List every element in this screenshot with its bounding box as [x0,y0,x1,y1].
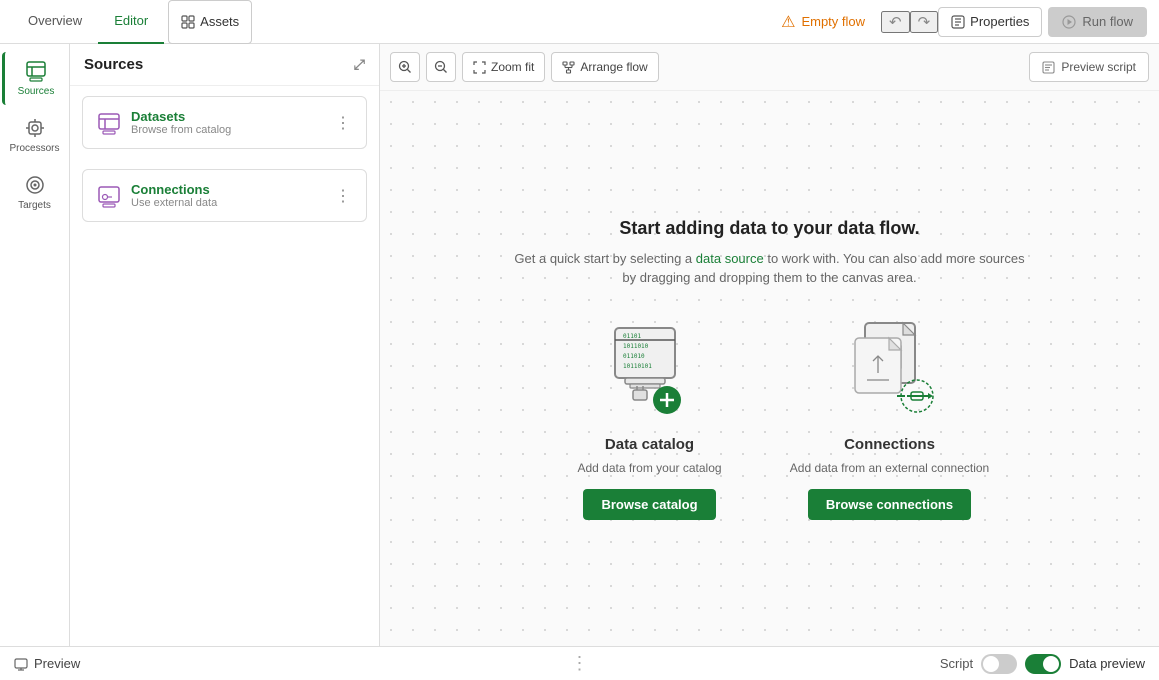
warning-icon: ⚠ [781,12,795,32]
canvas-toolbar: Zoom fit Arrange flow [380,44,1159,91]
tab-editor-label: Editor [114,13,148,28]
sidebar-sources-label: Sources [18,86,55,97]
drag-handle[interactable]: ⋮ [571,653,589,674]
sidebar-item-sources[interactable]: Sources [2,52,67,105]
connections-svg [835,318,945,428]
properties-button[interactable]: Properties [938,7,1042,37]
canvas-center-panel: Start adding data to your data flow. Get… [470,188,1070,550]
targets-icon [24,174,46,196]
redo-button[interactable]: ↷ [910,11,939,33]
left-sidebar: Sources Processors Targets [0,44,70,646]
datasets-card-subtitle: Browse from catalog [131,124,231,136]
data-catalog-svg: 01101 1011010 011010 10110101 [595,318,705,428]
data-catalog-desc: Add data from your catalog [577,461,721,475]
zoom-in-icon [398,60,412,74]
tab-assets-label: Assets [200,14,239,29]
bottom-right-controls: Script Data preview [940,654,1145,674]
datasets-menu-icon[interactable]: ⋮ [335,113,352,133]
data-preview-toggle[interactable] [1025,654,1061,674]
sidebar-targets-label: Targets [18,200,51,211]
sidebar-item-targets[interactable]: Targets [2,166,67,219]
datasets-card-title: Datasets [131,109,231,124]
connections-data-title: Connections [844,436,935,453]
sources-panel: Sources ⤢ Datasets Browse from catalog ⋮ [70,44,380,646]
properties-label: Properties [970,14,1029,29]
data-catalog-card: 01101 1011010 011010 10110101 [550,318,750,520]
empty-flow-badge: ⚠ Empty flow [781,12,865,32]
preview-icon [14,657,28,671]
data-preview-label: Data preview [1069,656,1145,671]
tab-editor[interactable]: Editor [98,0,164,44]
connections-data-desc: Add data from an external connection [790,461,989,475]
canvas-cards-row: 01101 1011010 011010 10110101 [510,318,1030,520]
zoom-in-button[interactable] [390,52,420,82]
connections-card[interactable]: Connections Use external data ⋮ [82,169,367,222]
run-flow-label: Run flow [1082,14,1133,29]
assets-icon [181,15,195,29]
connections-card-subtitle: Use external data [131,197,217,209]
preview-script-button[interactable]: Preview script [1029,52,1149,82]
canvas-area: Zoom fit Arrange flow [380,44,1159,646]
connections-card-title: Connections [131,182,217,197]
preview-script-icon [1042,61,1055,74]
bottom-bar: Preview ⋮ Script Data preview [0,646,1159,680]
sidebar-processors-label: Processors [9,143,59,154]
canvas-content: Start adding data to your data flow. Get… [380,91,1159,646]
data-catalog-icon: 01101 1011010 011010 10110101 [595,318,705,428]
svg-text:01101: 01101 [623,333,641,340]
canvas-main-title: Start adding data to your data flow. [510,218,1030,239]
properties-icon [951,15,965,29]
expand-icon[interactable]: ⤢ [354,56,365,73]
processors-icon [24,117,46,139]
zoom-fit-label: Zoom fit [491,60,534,74]
data-catalog-title: Data catalog [605,436,694,453]
undo-button[interactable]: ↶ [881,11,910,33]
browse-connections-button[interactable]: Browse connections [808,489,971,520]
top-nav: Overview Editor Assets ⚠ Empty flow ↶ ↷ … [0,0,1159,44]
arrange-flow-button[interactable]: Arrange flow [551,52,658,82]
preview-script-label: Preview script [1061,60,1136,74]
datasets-card[interactable]: Datasets Browse from catalog ⋮ [82,96,367,149]
arrange-flow-icon [562,61,575,74]
svg-text:1011010: 1011010 [623,343,649,350]
empty-flow-label: Empty flow [801,14,865,29]
sources-title: Sources [84,56,143,73]
main-layout: Sources Processors Targets Source [0,44,1159,646]
sidebar-item-processors[interactable]: Processors [2,109,67,162]
run-flow-button[interactable]: Run flow [1048,7,1147,37]
script-label: Script [940,656,973,671]
svg-text:10110101: 10110101 [623,363,652,370]
zoom-out-button[interactable] [426,52,456,82]
preview-section: Preview [14,656,80,671]
run-icon [1062,15,1076,29]
zoom-fit-icon [473,61,486,74]
canvas-subtitle: Get a quick start by selecting a data so… [510,249,1030,288]
tab-overview[interactable]: Overview [12,0,98,44]
connections-data-icon [835,318,945,428]
sources-icon [25,60,47,82]
preview-label-text: Preview [34,656,80,671]
script-toggle[interactable] [981,654,1017,674]
data-source-link[interactable]: data source [696,251,764,266]
connections-menu-icon[interactable]: ⋮ [335,186,352,206]
tab-assets[interactable]: Assets [168,0,252,44]
browse-catalog-button[interactable]: Browse catalog [583,489,715,520]
svg-text:011010: 011010 [623,353,645,360]
connections-data-card: Connections Add data from an external co… [790,318,990,520]
zoom-fit-button[interactable]: Zoom fit [462,52,545,82]
datasets-card-icon [97,111,121,135]
connections-card-icon [97,184,121,208]
zoom-out-icon [434,60,448,74]
tab-overview-label: Overview [28,13,82,28]
sources-header: Sources ⤢ [70,44,379,86]
arrange-flow-label: Arrange flow [580,60,647,74]
